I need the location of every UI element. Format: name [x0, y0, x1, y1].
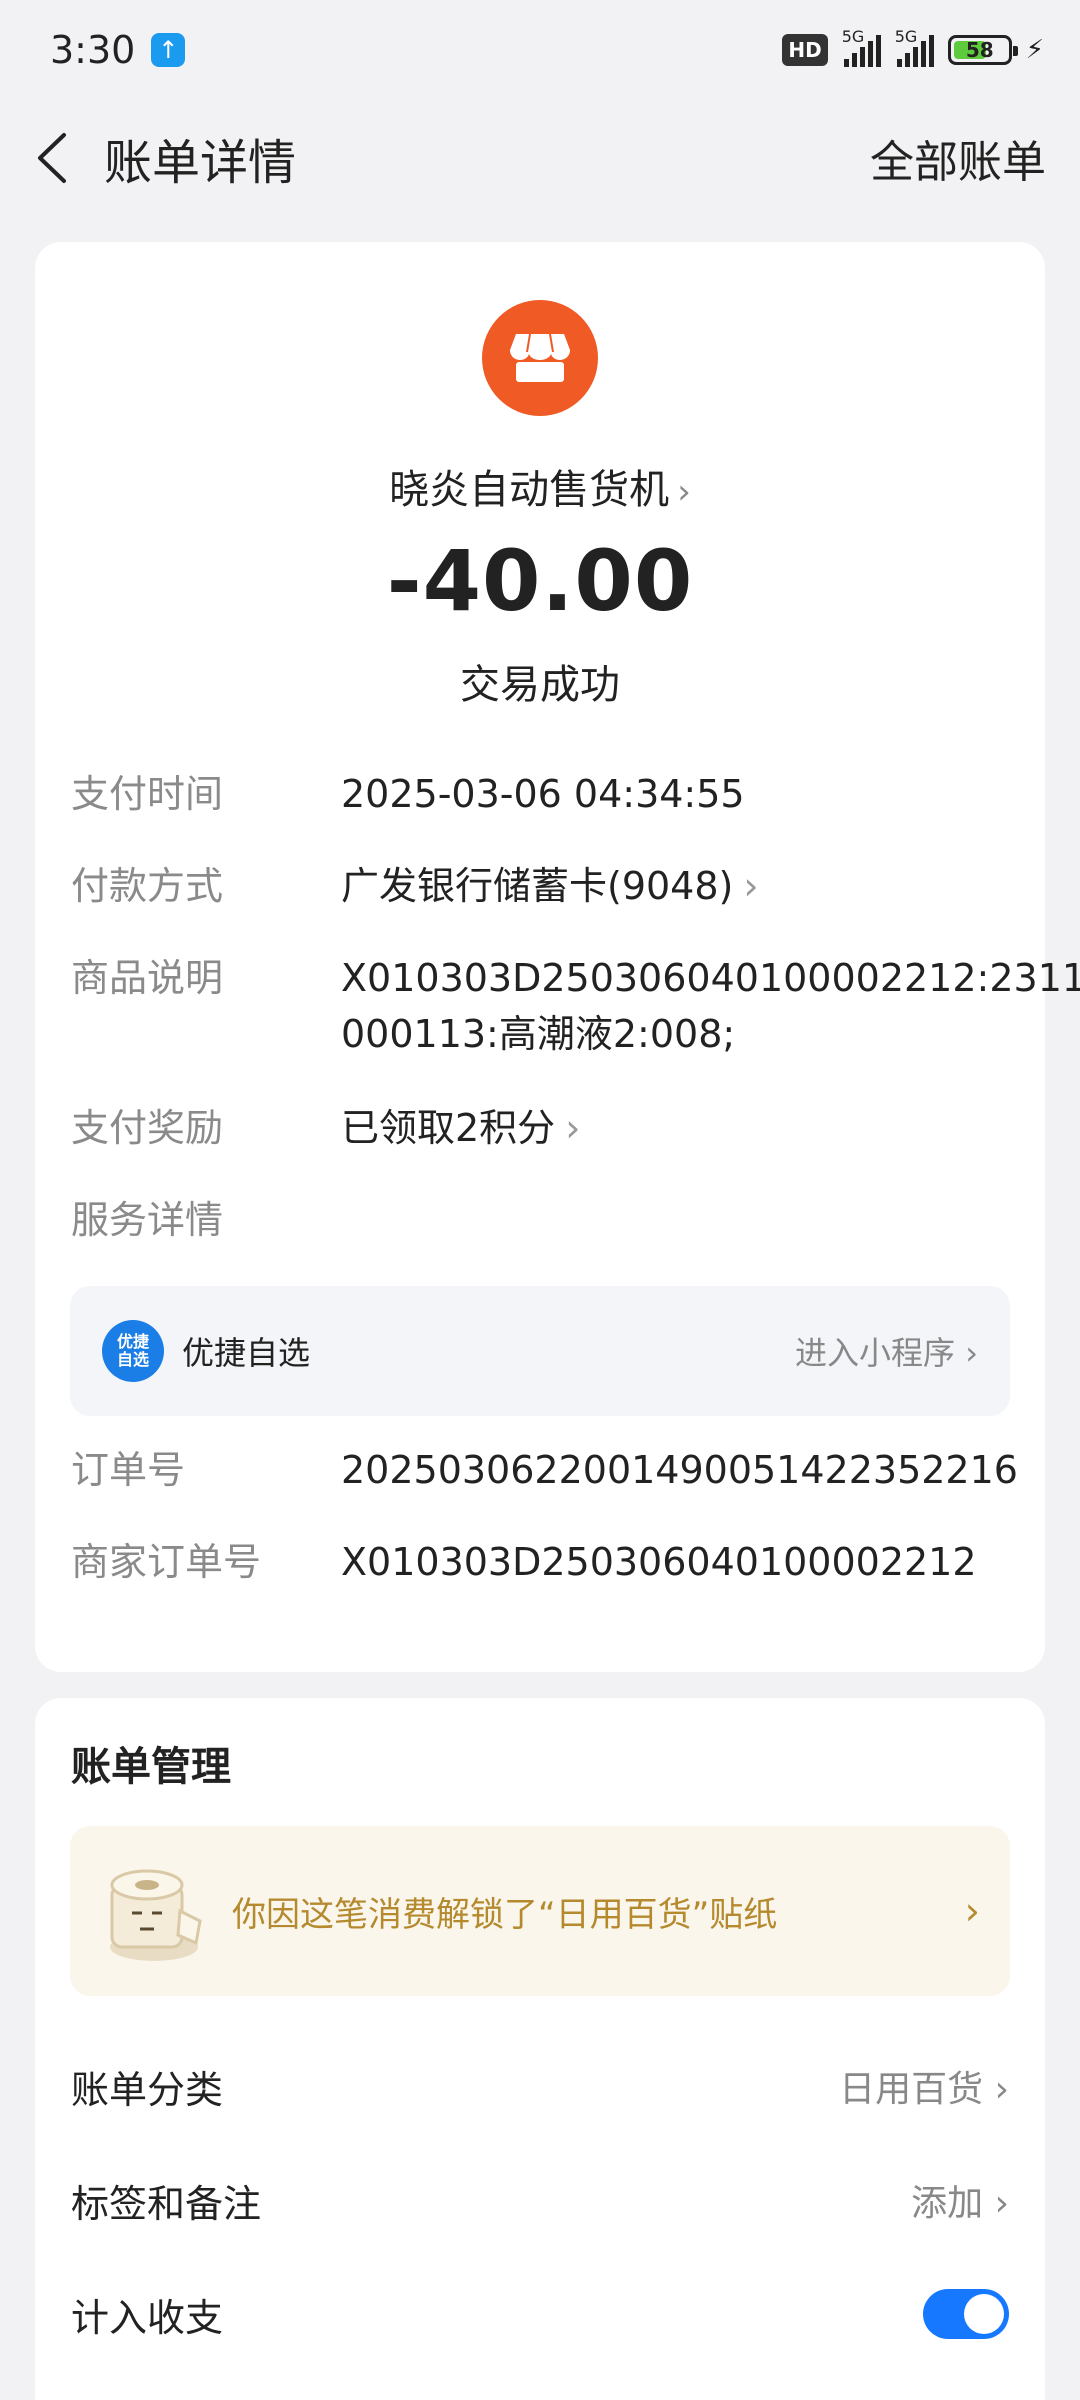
- service-name: 优捷自选: [182, 1334, 311, 1372]
- category-row[interactable]: 账单分类 日用百货 ›: [71, 2056, 1009, 2116]
- pay-method-label: 付款方式: [71, 864, 224, 908]
- signal-icon: 5G: [842, 27, 881, 67]
- mini-program-entry[interactable]: 优捷 自选 优捷自选 进入小程序 ›: [70, 1286, 1010, 1416]
- merchant-order-number: X010303D250306040100002212: [341, 1540, 977, 1584]
- order-label: 订单号: [71, 1448, 186, 1492]
- chevron-right-icon: ›: [965, 1334, 978, 1372]
- charging-icon: ⚡: [1025, 35, 1044, 65]
- product-line-1: X010303D250306040100002212:2311: [341, 956, 1080, 1000]
- detail-row-pay-time: 支付时间 2025-03-06 04:34:55: [71, 766, 1009, 822]
- battery-icon: 58: [947, 35, 1018, 65]
- include-in-stats-label: 计入收支: [71, 2295, 224, 2340]
- section-title: 账单管理: [71, 1744, 231, 1790]
- tissue-roll-sticker-icon: [92, 1851, 212, 1971]
- reward-label: 支付奖励: [71, 1106, 224, 1150]
- bill-detail-card: 晓炎自动售货机 › -40.00 交易成功 支付时间 2025-03-06 04:…: [35, 242, 1080, 1672]
- signal-icon-2: 5G: [895, 27, 934, 67]
- detail-row-reward[interactable]: 支付奖励 已领取2积分 ›: [71, 1100, 1009, 1156]
- transaction-status: 交易成功: [460, 662, 620, 708]
- store-icon: [482, 300, 598, 416]
- chevron-right-icon: ›: [677, 472, 691, 512]
- category-value: 日用百货: [839, 2069, 984, 2110]
- nav-bar: 账单详情 全部账单: [0, 100, 1080, 216]
- tags-notes-label: 标签和备注: [71, 2181, 262, 2226]
- status-bar: 3:30 ↑ HD 5G 5G 58 ⚡: [0, 0, 1080, 100]
- bill-management-card: 账单管理 你因这笔消费解锁了“日用百货”贴纸 › 账单分类 日用百货 › 标签和…: [35, 1698, 1045, 2400]
- tags-notes-row[interactable]: 标签和备注 添加 ›: [71, 2170, 1009, 2230]
- merchant-name: 晓炎自动售货机: [389, 467, 670, 513]
- enter-mini-program-link[interactable]: 进入小程序 ›: [795, 1328, 978, 1374]
- sticker-banner[interactable]: 你因这笔消费解锁了“日用百货”贴纸 ›: [70, 1826, 1010, 1996]
- include-in-stats-row: 计入收支: [71, 2284, 1009, 2344]
- pay-time-value: 2025-03-06 04:34:55: [341, 772, 745, 816]
- amount: -40.00: [386, 532, 694, 630]
- toggle-knob: [964, 2294, 1004, 2334]
- back-arrow-icon[interactable]: [34, 130, 74, 186]
- detail-row-merchant-order: 商家订单号 X010303D250306040100002212: [71, 1534, 1009, 1590]
- upload-arrow-icon: ↑: [151, 33, 186, 67]
- chevron-right-icon: ›: [994, 2183, 1009, 2224]
- chevron-right-icon: ›: [994, 2069, 1009, 2110]
- merchant-order-label: 商家订单号: [71, 1540, 262, 1584]
- detail-row-product: 商品说明 X010303D250306040100002212:2311 000…: [71, 950, 1080, 1062]
- pay-method-value: 广发银行储蓄卡(9048): [341, 864, 734, 908]
- merchant-name-link[interactable]: 晓炎自动售货机 ›: [35, 457, 1045, 515]
- include-in-stats-toggle[interactable]: [923, 2289, 1009, 2339]
- hd-badge: HD: [782, 34, 828, 66]
- sticker-message: 你因这笔消费解锁了“日用百货”贴纸: [232, 1894, 778, 1935]
- chevron-right-icon: ›: [743, 864, 759, 908]
- detail-row-pay-method[interactable]: 付款方式 广发银行储蓄卡(9048) ›: [71, 858, 1009, 914]
- product-line-2: 000113:高潮液2:008;: [341, 1012, 736, 1056]
- service-label: 服务详情: [71, 1198, 224, 1242]
- add-tag-link[interactable]: 添加: [911, 2183, 983, 2224]
- service-logo: 优捷 自选: [102, 1320, 164, 1382]
- order-number: 2025030622001490051422352216: [341, 1448, 1018, 1492]
- product-label: 商品说明: [71, 956, 224, 1000]
- all-bills-link[interactable]: 全部账单: [870, 126, 1046, 190]
- pay-time-label: 支付时间: [71, 772, 224, 816]
- chevron-right-icon: ›: [565, 1106, 581, 1150]
- category-label: 账单分类: [71, 2067, 224, 2112]
- detail-row-order: 订单号 2025030622001490051422352216: [71, 1442, 1018, 1498]
- detail-row-service: 服务详情: [71, 1192, 1009, 1248]
- status-time: 3:30: [50, 28, 136, 72]
- chevron-right-icon: ›: [964, 1889, 980, 1933]
- page-title: 账单详情: [104, 135, 297, 191]
- reward-value: 已领取2积分: [341, 1106, 556, 1150]
